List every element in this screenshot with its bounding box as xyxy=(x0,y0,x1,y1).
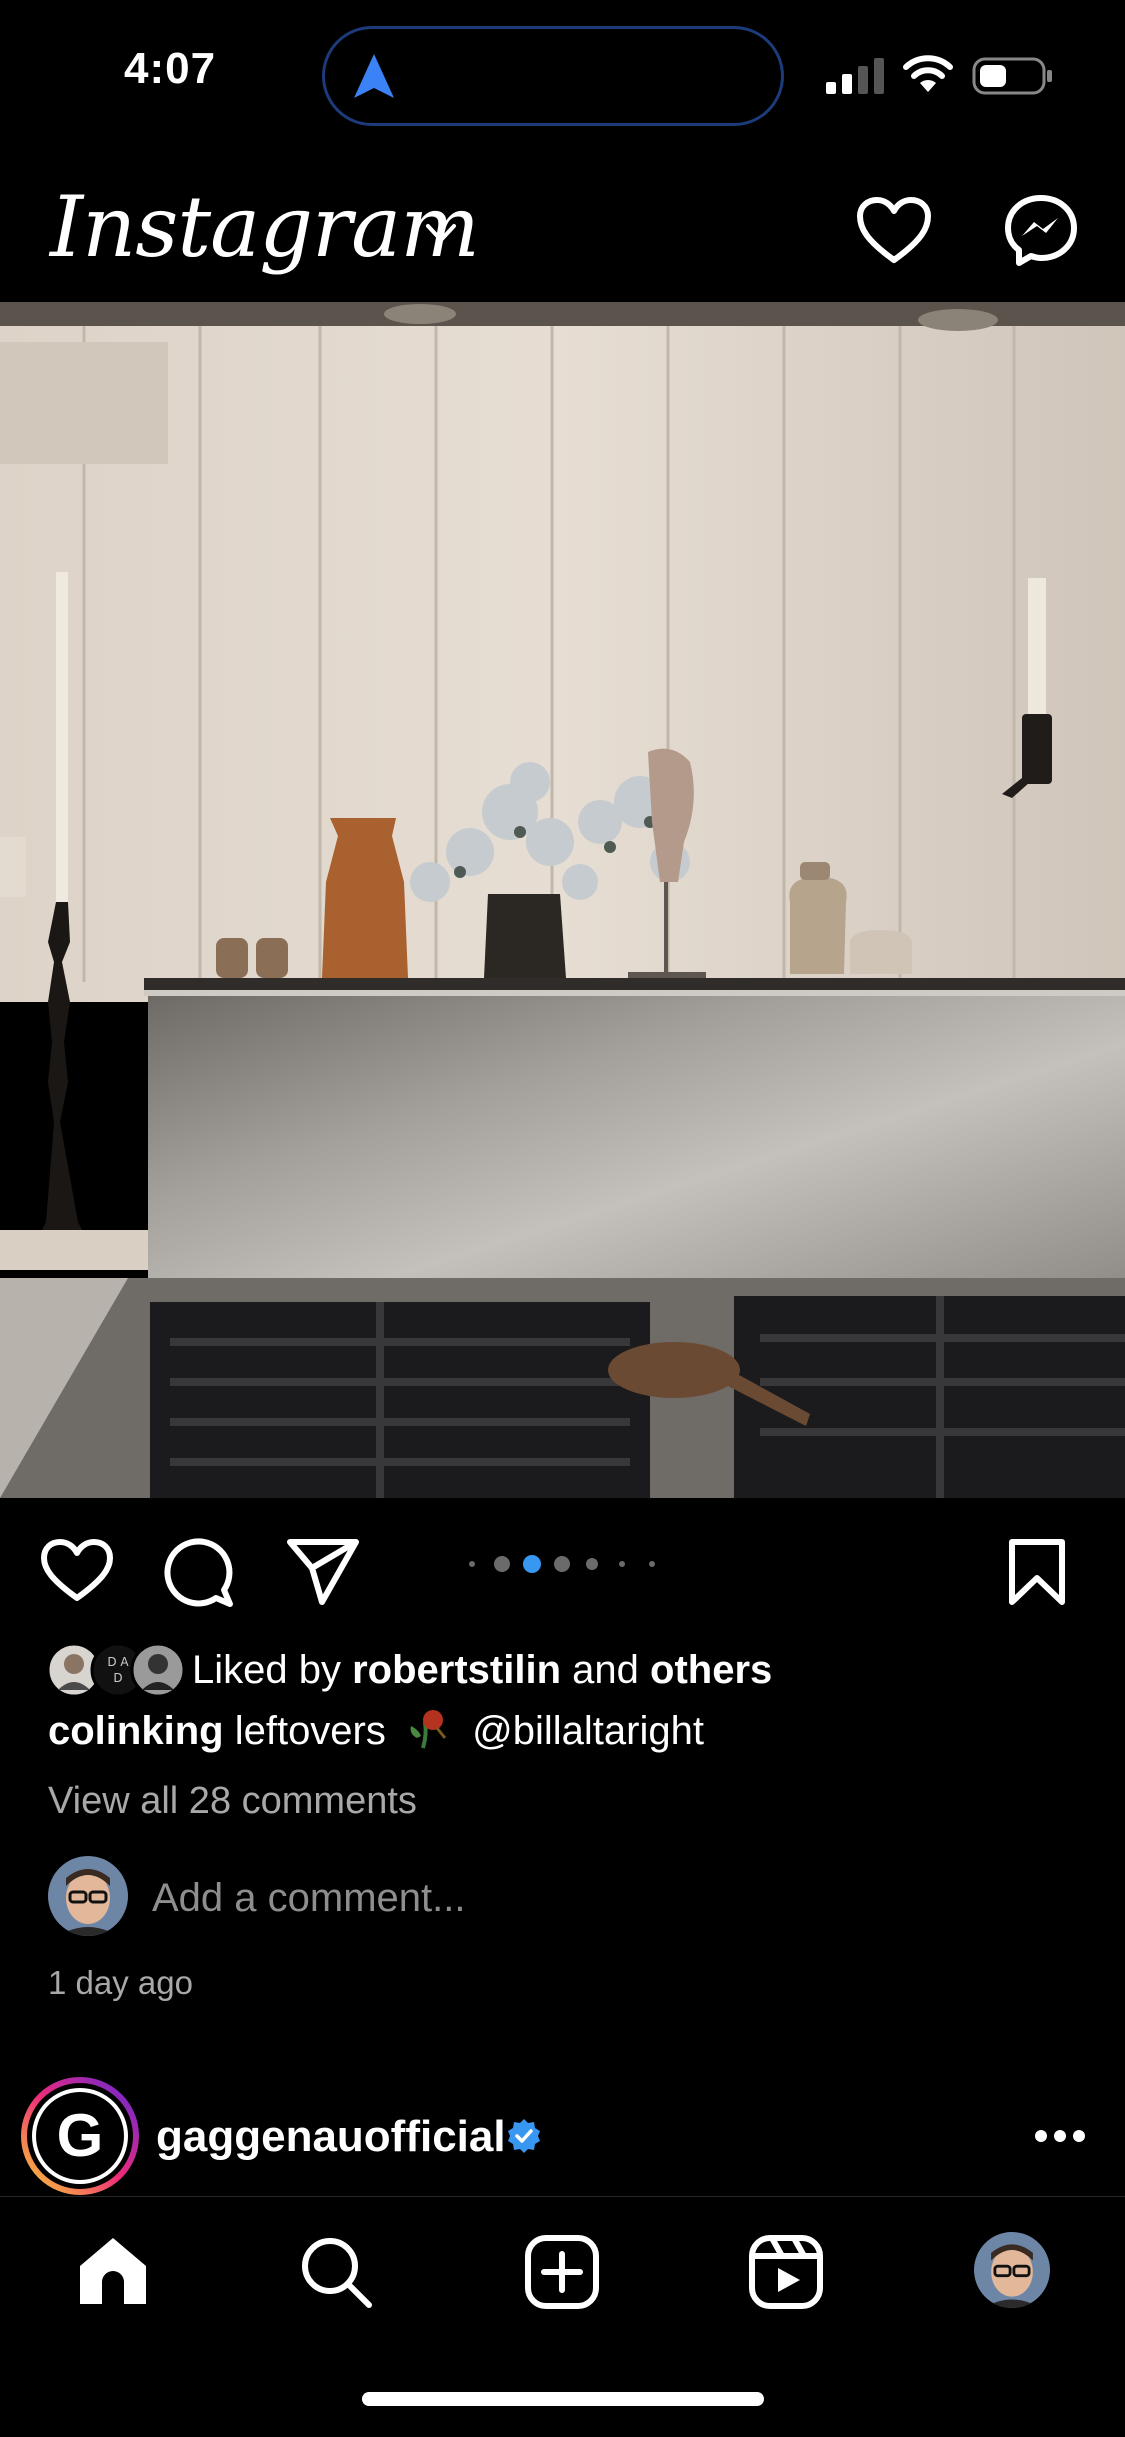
carousel-indicator xyxy=(469,1555,655,1573)
post-image[interactable] xyxy=(0,302,1125,1498)
caption-username[interactable]: colinking xyxy=(48,1709,224,1753)
reels-icon[interactable] xyxy=(748,2234,824,2310)
view-all-comments-link[interactable]: View all 28 comments xyxy=(48,1780,417,1823)
carousel-dot xyxy=(619,1561,625,1567)
share-icon[interactable] xyxy=(286,1538,360,1606)
heart-icon[interactable] xyxy=(856,196,932,266)
next-post-avatar[interactable]: G xyxy=(20,2076,140,2196)
comment-icon[interactable] xyxy=(162,1536,236,1608)
carousel-dot xyxy=(554,1556,570,1572)
battery-icon xyxy=(972,57,1052,95)
post-caption: colinking leftovers @billaltaright xyxy=(48,1708,704,1754)
add-comment-input[interactable]: Add a comment... xyxy=(152,1876,465,1921)
search-icon[interactable] xyxy=(298,2234,374,2310)
verified-badge-icon xyxy=(508,2119,540,2153)
status-time: 4:07 xyxy=(124,44,217,93)
create-post-icon[interactable] xyxy=(524,2234,600,2310)
flower-emoji xyxy=(410,1710,447,1749)
messenger-icon[interactable] xyxy=(1004,194,1078,268)
carousel-dot xyxy=(649,1561,655,1567)
likes-summary[interactable]: Liked by robertstilin and others xyxy=(192,1648,772,1693)
carousel-dot xyxy=(586,1558,598,1570)
home-icon[interactable] xyxy=(76,2236,150,2306)
cellular-signal-icon xyxy=(826,58,884,94)
post-timestamp: 1 day ago xyxy=(48,1964,193,2001)
chevron-down-icon[interactable] xyxy=(424,220,458,248)
kitchen-photo xyxy=(0,302,1125,1498)
caption-text: leftovers xyxy=(234,1709,386,1753)
svg-text:D A: D A xyxy=(107,1655,129,1669)
wifi-icon xyxy=(903,55,953,92)
likes-and: and xyxy=(572,1648,639,1692)
more-options-icon[interactable] xyxy=(1034,2128,1086,2144)
carousel-dot xyxy=(494,1556,510,1572)
liker-avatars[interactable]: D A D xyxy=(48,1642,184,1698)
likes-prefix: Liked by xyxy=(192,1648,341,1692)
caption-mention[interactable]: @billaltaright xyxy=(472,1709,704,1753)
svg-text:D: D xyxy=(113,1671,122,1685)
next-post-username[interactable]: gaggenauofficial xyxy=(156,2112,506,2162)
current-user-avatar xyxy=(48,1856,128,1936)
carousel-dot-active xyxy=(523,1555,541,1573)
profile-avatar[interactable] xyxy=(974,2232,1050,2308)
carousel-dot xyxy=(469,1561,475,1567)
save-icon[interactable] xyxy=(1006,1538,1068,1606)
likes-others[interactable]: others xyxy=(650,1648,772,1692)
home-indicator xyxy=(362,2392,764,2406)
location-arrow-icon xyxy=(354,54,394,98)
next-post-avatar-letter: G xyxy=(57,2102,104,2169)
liker-username[interactable]: robertstilin xyxy=(352,1648,561,1692)
instagram-logo[interactable]: Instagram xyxy=(50,178,480,276)
like-icon[interactable] xyxy=(40,1538,114,1604)
